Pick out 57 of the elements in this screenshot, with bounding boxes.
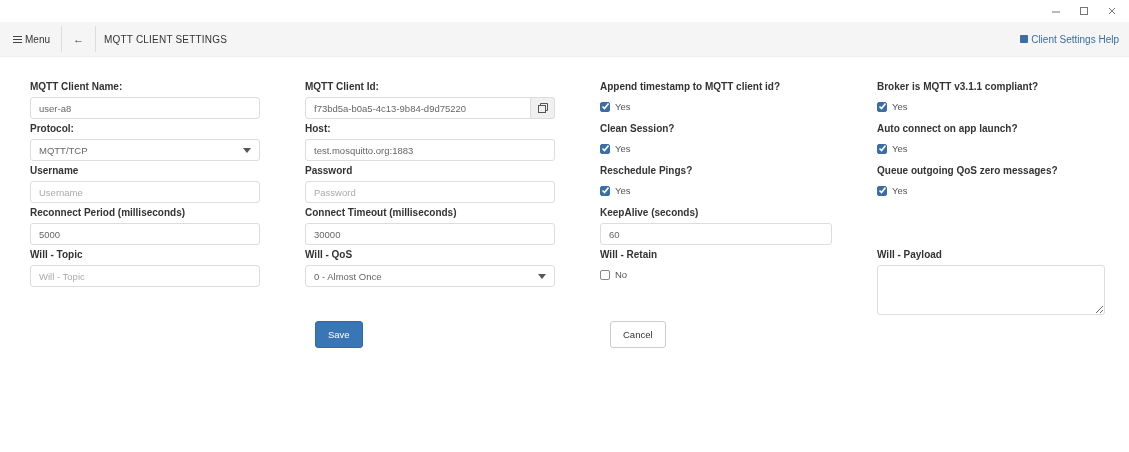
checkbox-option[interactable]: Yes [877,143,908,154]
field-label: Append timestamp to MQTT client id? [600,81,781,92]
text-field[interactable]: f73bd5a-b0a5-4c13-9b84-d9d75220 [305,97,531,119]
checkbox[interactable] [600,101,610,112]
text-field[interactable]: 30000 [305,223,555,245]
field-label: Password [305,165,354,176]
checkbox-option[interactable]: Yes [877,185,908,196]
field-label: Will - Payload [877,249,943,260]
checkbox-option[interactable]: Yes [600,185,631,196]
text-field[interactable]: user-a8 [30,97,260,119]
checkbox[interactable] [877,185,887,196]
dropdown[interactable]: MQTT/TCP [30,139,260,161]
text-field[interactable]: test.mosquitto.org:1883 [305,139,555,161]
field-label: Reconnect Period (milliseconds) [30,207,187,218]
checkbox[interactable] [600,143,610,154]
maximize-icon[interactable] [1079,6,1089,16]
text-field[interactable]: 5000 [30,223,260,245]
field-label: Queue outgoing QoS zero messages? [877,165,1059,176]
back-button[interactable]: ← [70,31,87,47]
field-label: KeepAlive (seconds) [600,207,700,218]
save-button[interactable]: Save [315,321,363,348]
text-field[interactable]: Will - Topic [30,265,260,287]
checkbox[interactable] [600,269,610,280]
close-icon[interactable] [1107,6,1117,16]
field-label: Will - QoS [305,249,354,260]
field-label: Host: [305,123,332,134]
field-label: MQTT Client Name: [30,81,124,92]
field-label: Will - Retain [600,249,659,260]
text-field[interactable]: 60 [600,223,832,245]
dropdown[interactable]: 0 - Almost Once [305,265,555,287]
caret-icon [243,147,251,153]
checkbox[interactable] [600,185,610,196]
field-label: Connect Timeout (milliseconds) [305,207,458,218]
checkbox[interactable] [877,143,887,154]
field-label: Username [30,165,80,176]
copy-icon [537,103,548,113]
checkbox-option[interactable]: No [600,269,628,280]
copy-button[interactable] [531,97,555,119]
checkbox[interactable] [877,101,887,112]
checkbox-option[interactable]: Yes [600,101,631,112]
field-label: Reschedule Pings? [600,165,694,176]
field-label: Will - Topic [30,249,84,260]
cancel-button[interactable]: Cancel [610,321,666,348]
field-label: MQTT Client Id: [305,81,380,92]
text-field[interactable]: Password [305,181,555,203]
checkbox-option[interactable]: Yes [600,143,631,154]
field-label: Auto connect on app launch? [877,123,1019,134]
field-label: Clean Session? [600,123,676,134]
text-field[interactable]: Username [30,181,260,203]
help-link[interactable]: Client Settings Help [1020,33,1119,45]
checkbox-option[interactable]: Yes [877,101,908,112]
menu-icon [13,34,22,44]
caret-icon [538,273,546,279]
field-label: Broker is MQTT v3.1.1 compliant? [877,81,1040,92]
field-label: Protocol: [30,123,75,134]
menu-button[interactable]: Menu [10,31,53,47]
page-title: MQTT CLIENT SETTINGS [104,33,228,45]
